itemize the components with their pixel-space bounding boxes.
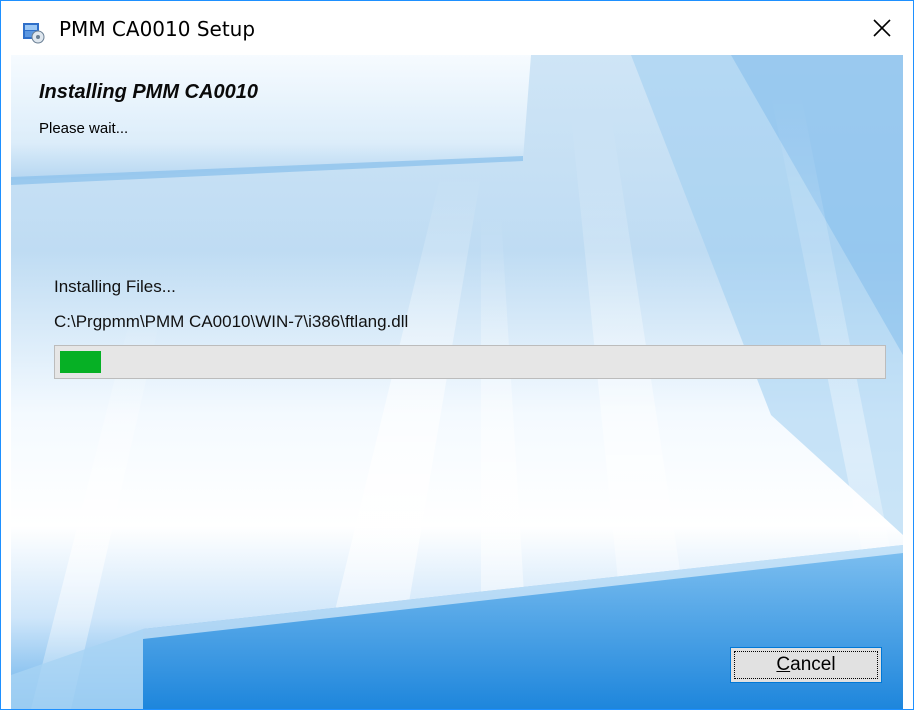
install-status: Installing Files...: [54, 277, 176, 296]
header-title: Installing PMM CA0010: [39, 81, 258, 103]
title-bar[interactable]: PMM CA0010 Setup: [1, 1, 913, 55]
cancel-button-label: Cancel: [776, 654, 836, 675]
current-file-path: C:\Prgpmm\PMM CA0010\WIN-7\i386\ftlang.d…: [54, 312, 409, 331]
background-artwork: [11, 55, 903, 709]
progress-bar: [54, 345, 886, 379]
installer-package-icon: [23, 23, 45, 44]
installer-content: Installing PMM CA0010 Please wait... Ins…: [11, 55, 903, 709]
progress-bar-fill: [60, 351, 101, 373]
close-icon: [873, 19, 891, 37]
cancel-button[interactable]: Cancel: [730, 647, 882, 683]
setup-window: PMM CA0010 Setup Installing PMM CA0010 P…: [0, 0, 914, 710]
window-title: PMM CA0010 Setup: [59, 17, 256, 41]
header-subtitle: Please wait...: [39, 120, 129, 137]
close-button[interactable]: [851, 1, 913, 55]
